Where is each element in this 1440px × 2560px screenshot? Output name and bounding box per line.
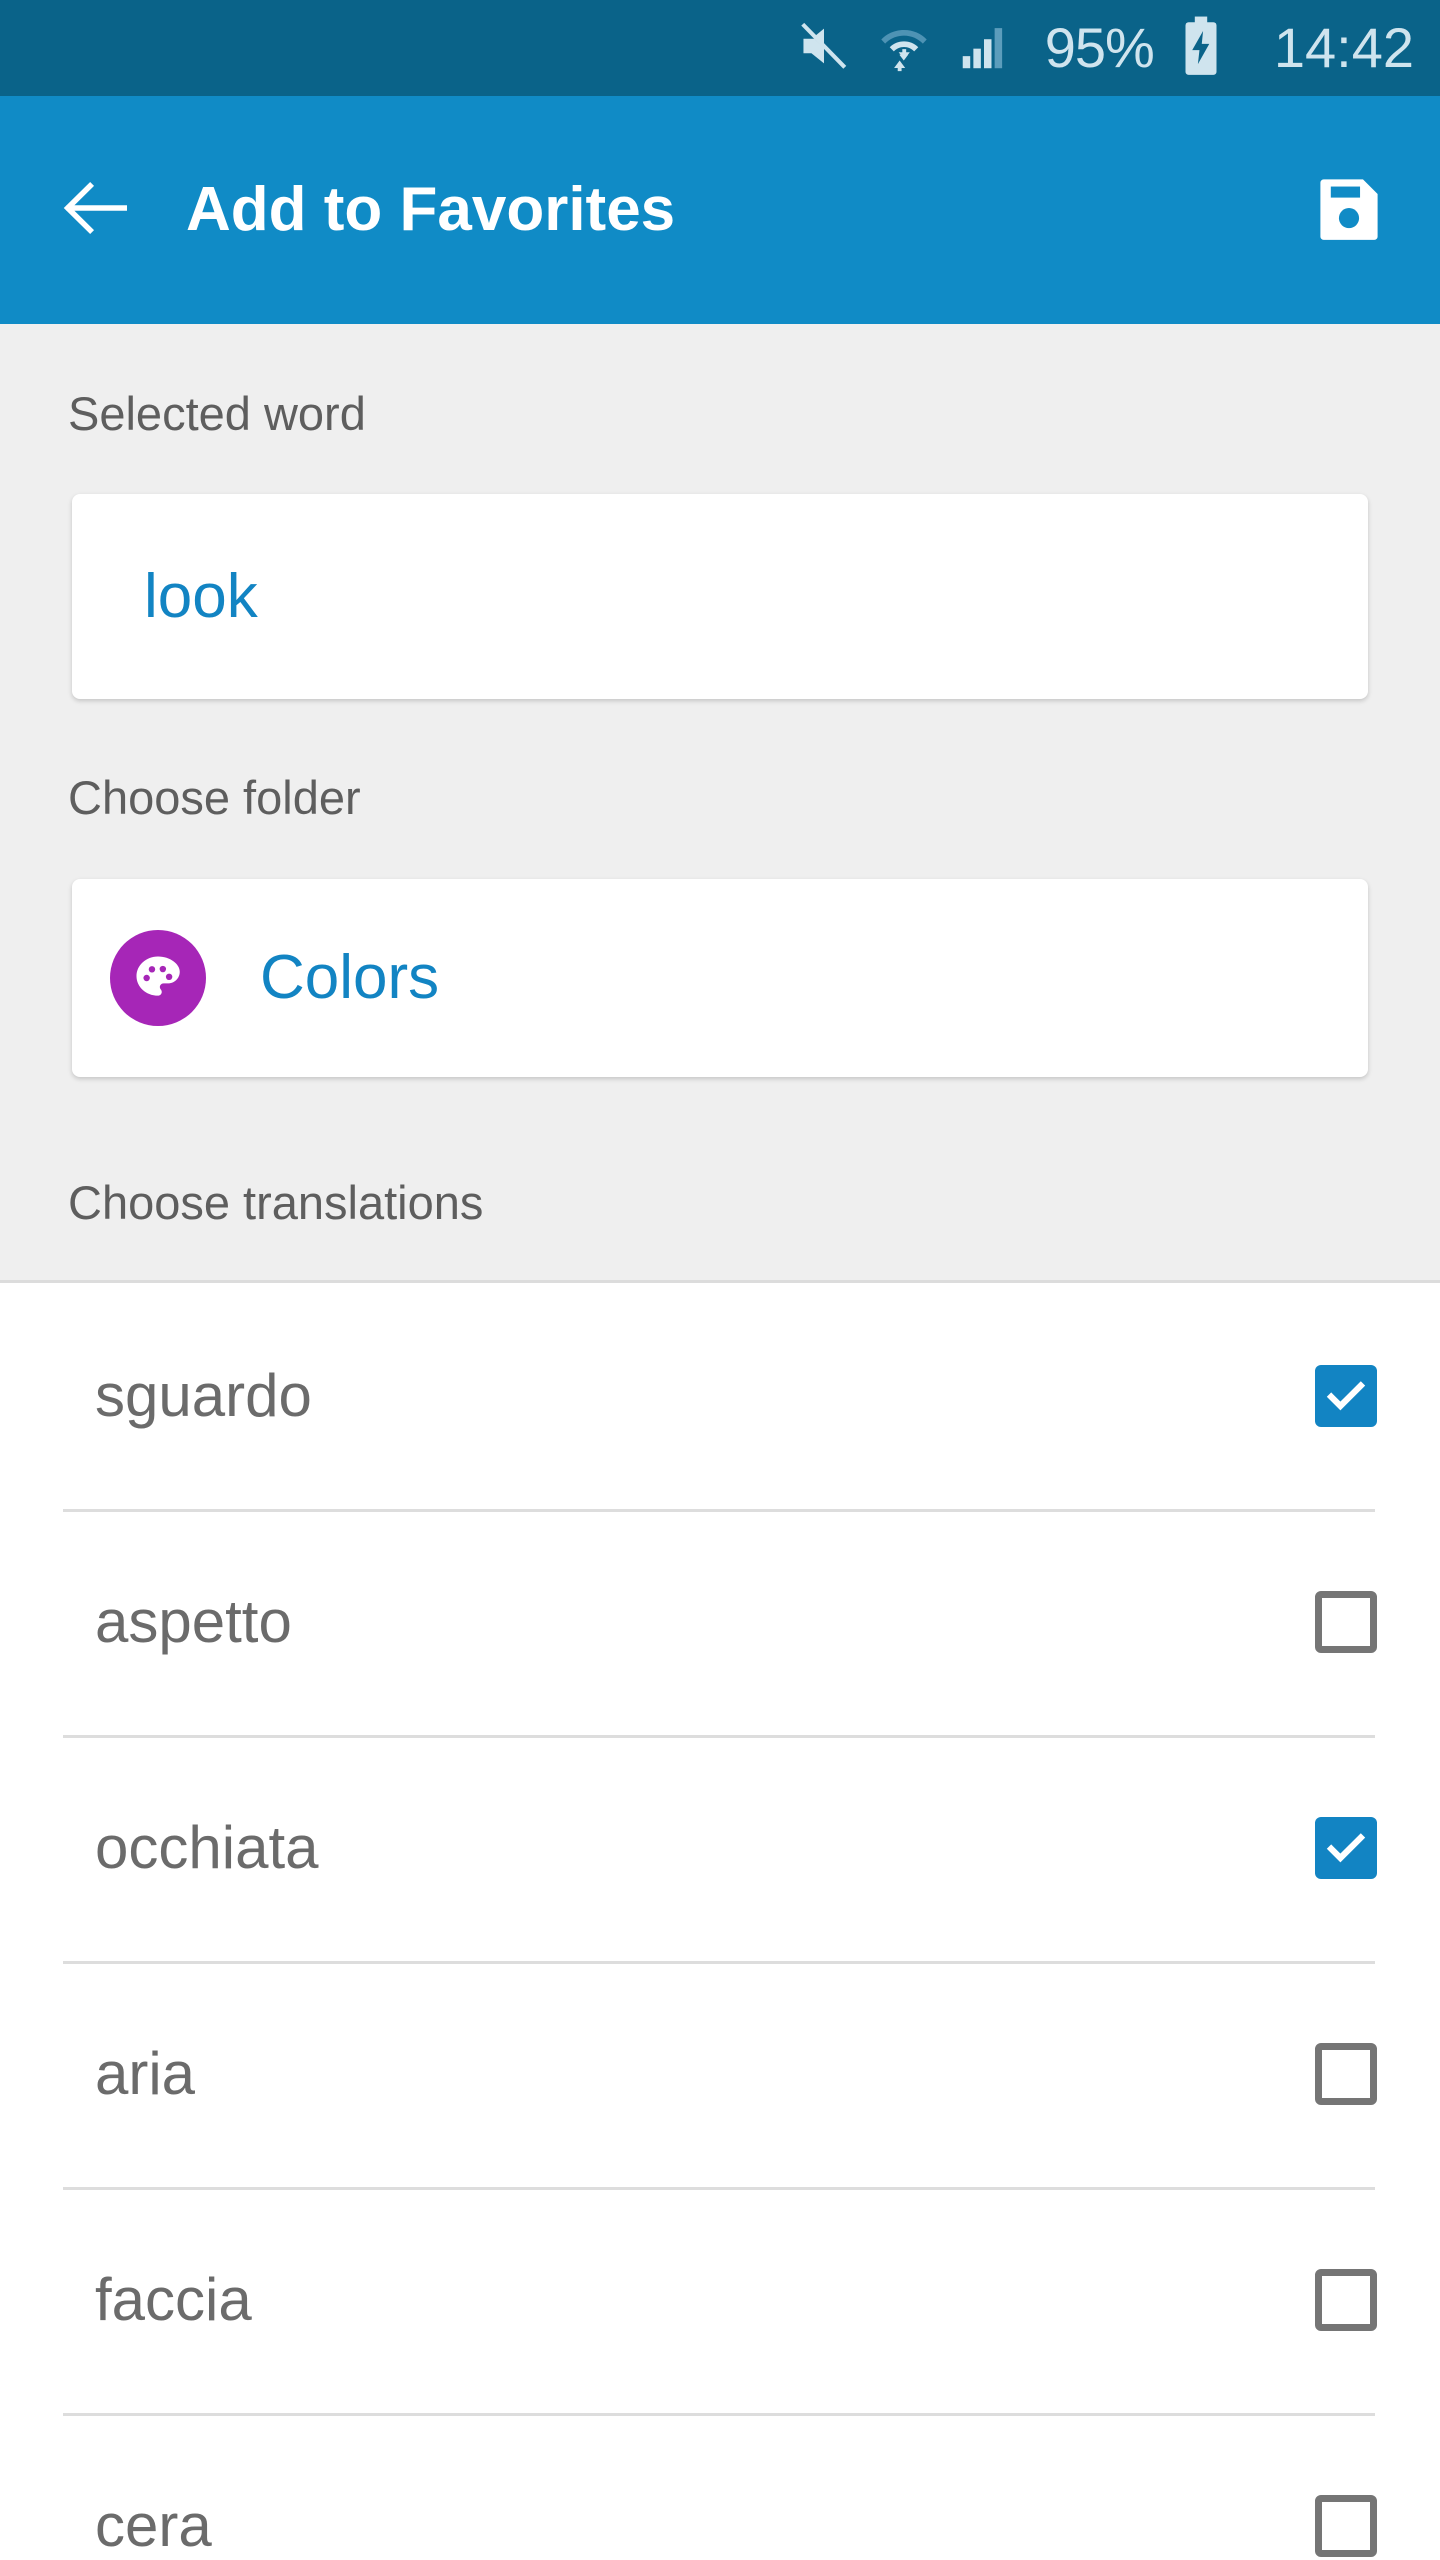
checkbox-checked[interactable]	[1315, 1817, 1377, 1879]
battery-percentage-label: 95%	[1044, 16, 1155, 79]
translation-row[interactable]: cera	[0, 2413, 1440, 2560]
checkbox-unchecked[interactable]	[1315, 2495, 1377, 2557]
folder-selector[interactable]: Colors	[72, 879, 1368, 1077]
translation-list: sguardo aspetto occhiata aria faccia cera	[0, 1283, 1440, 2560]
choose-translations-header: Choose translations	[0, 1117, 1440, 1283]
checkbox-unchecked[interactable]	[1315, 1591, 1377, 1653]
back-button[interactable]	[56, 171, 134, 249]
app-bar: Add to Favorites	[0, 96, 1440, 324]
translation-row[interactable]: sguardo	[0, 1283, 1440, 1509]
status-bar: 95% 14:42	[0, 0, 1440, 96]
spacer-top	[0, 324, 1440, 390]
cellular-signal-icon	[955, 17, 1013, 80]
floppy-disk-save-icon	[1310, 169, 1388, 252]
checkbox-unchecked[interactable]	[1315, 2043, 1377, 2105]
status-bar-clock: 14:42	[1273, 16, 1414, 79]
battery-charging-icon	[1180, 15, 1222, 82]
app-screen: 95% 14:42 Add to Favorites Selected word…	[0, 0, 1440, 2560]
folder-name: Colors	[260, 943, 440, 1012]
translation-label: aria	[95, 2040, 196, 2107]
checkmark-icon	[1326, 1833, 1366, 1863]
page-title: Add to Favorites	[186, 175, 676, 244]
selected-word-field[interactable]: look	[72, 494, 1368, 699]
selected-word-value: look	[144, 561, 258, 631]
translation-label: cera	[95, 2492, 212, 2559]
checkmark-icon	[1326, 1381, 1366, 1411]
translation-label: sguardo	[95, 1362, 312, 1429]
form-area: Selected word look Choose folder Colors	[0, 324, 1440, 1283]
arrow-left-icon	[56, 169, 134, 252]
translation-label: faccia	[95, 2266, 252, 2333]
selected-word-label: Selected word	[68, 387, 366, 440]
translation-row[interactable]: faccia	[0, 2187, 1440, 2413]
status-bar-icons: 95% 14:42	[795, 15, 1414, 82]
choose-folder-label: Choose folder	[68, 771, 361, 824]
save-button[interactable]	[1304, 165, 1394, 255]
volume-mute-icon	[795, 17, 853, 80]
translation-row[interactable]: occhiata	[0, 1735, 1440, 1961]
translation-label: occhiata	[95, 1814, 319, 1881]
palette-icon	[110, 930, 206, 1026]
wifi-transfer-icon	[875, 17, 933, 80]
translation-row[interactable]: aria	[0, 1961, 1440, 2187]
choose-translations-label: Choose translations	[68, 1176, 484, 1229]
translation-label: aspetto	[95, 1588, 292, 1655]
checkbox-checked[interactable]	[1315, 1365, 1377, 1427]
translation-row[interactable]: aspetto	[0, 1509, 1440, 1735]
checkbox-unchecked[interactable]	[1315, 2269, 1377, 2331]
